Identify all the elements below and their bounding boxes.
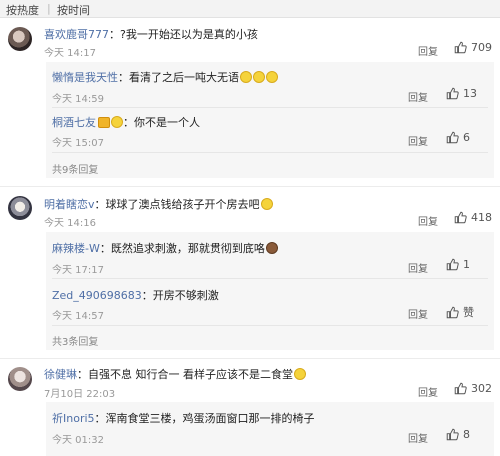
like-button[interactable]: 1 [446,258,470,271]
divider [0,358,500,359]
doge-emoji-icon [265,242,278,254]
divider [52,278,488,279]
reply-username[interactable]: 祈Inori5 [52,412,95,425]
reply-button[interactable]: 回复 [418,213,438,228]
comment-text: 徐健琳：自强不息 知行合一 看样子应该不是二食堂 [44,366,306,382]
thumbs-up-icon [454,41,467,54]
comment-time: 今天 14:16 [44,218,96,229]
like-button[interactable]: 709 [454,41,492,54]
reply-username[interactable]: 桐酒七友 [52,116,96,129]
avatar[interactable] [8,196,32,220]
reply-username[interactable]: 懒惰是我天性 [52,71,118,84]
like-button[interactable]: 6 [446,131,470,144]
sweat-smile-emoji-icon [253,71,265,83]
smirk-emoji-icon [260,198,273,210]
like-button[interactable]: 13 [446,87,477,100]
avatar[interactable] [8,27,32,51]
sort-separator: | [47,2,51,15]
sweat-smile-emoji-icon [240,71,252,83]
reply-time: 今天 14:57 [52,311,104,322]
comment-body: ：自强不息 知行合一 看样子应该不是二食堂 [77,368,293,381]
reply-username[interactable]: 麻辣楼-W [52,242,100,255]
like-count: 8 [463,428,470,441]
smile-emoji-icon [111,116,123,128]
thumbs-up-icon [454,211,467,224]
reply-text: 祈Inori5：浑南食堂三楼，鸡蛋汤面窗口那一排的椅子 [52,410,315,426]
reply-time: 今天 14:59 [52,94,104,105]
reply-body: ：开房不够刺激 [141,289,219,302]
more-replies-link[interactable]: 共9条回复 [52,161,98,176]
like-count: 1 [463,258,470,271]
avatar[interactable] [8,367,32,391]
divider [52,325,488,326]
like-count: 赞 [463,306,474,319]
comment-text: 明着瞎恋v：球球了澳点钱给孩子开个房去吧 [44,196,273,212]
thumbs-up-icon [454,382,467,395]
sort-bar: 按热度 | 按时间 [0,0,500,18]
divider [0,186,500,187]
reply-username[interactable]: Zed_490698683 [52,289,142,302]
comment-text: 喜欢鹿哥777：?我一开始还以为是真的小孩 [44,26,258,42]
reply-text: Zed_490698683：开房不够刺激 [52,287,219,303]
comment-time: 7月10日 22:03 [44,389,116,400]
like-count: 302 [471,382,492,395]
reply-time: 今天 01:32 [52,435,104,446]
divider [52,152,488,153]
thumbs-up-icon [446,428,459,441]
comment-username[interactable]: 徐健琳 [44,368,77,381]
like-count: 418 [471,211,492,224]
smile-emoji-icon [294,368,306,380]
reply-body: ：你不是一个人 [123,116,200,129]
like-button[interactable]: 赞 [446,304,474,320]
thumbs-up-icon [446,258,459,271]
replies-box: 麻辣楼-W：既然追求刺激，那就贯彻到底咯 今天 17:17 回复 1 Zed_4… [46,232,494,350]
reply-button[interactable]: 回复 [408,260,428,275]
reply-button[interactable]: 回复 [408,306,428,321]
reply-button[interactable]: 回复 [408,89,428,104]
member-badge-icon [98,117,110,128]
reply-button[interactable]: 回复 [418,43,438,58]
reply-button[interactable]: 回复 [408,430,428,445]
more-replies-link[interactable]: 共3条回复 [52,333,98,348]
thumbs-up-icon [446,131,459,144]
comment-time: 今天 14:17 [44,48,96,59]
replies-box: 祈Inori5：浑南食堂三楼，鸡蛋汤面窗口那一排的椅子 今天 01:32 回复 … [46,402,494,456]
comment-username[interactable]: 喜欢鹿哥777 [44,28,109,41]
sort-by-time-tab[interactable]: 按时间 [57,2,90,18]
comment-username[interactable]: 明着瞎恋v [44,198,95,211]
like-button[interactable]: 8 [446,428,470,441]
reply-body: ：既然追求刺激，那就贯彻到底咯 [99,242,265,255]
comment-body: ：?我一开始还以为是真的小孩 [109,28,258,41]
replies-box: 懒惰是我天性：看清了之后一吨大无语 今天 14:59 回复 13 桐酒七友 ：你不… [46,62,494,178]
reply-time: 今天 17:17 [52,265,104,276]
like-count: 13 [463,87,477,100]
reply-text: 桐酒七友 ：你不是一个人 [52,114,200,130]
reply-time: 今天 15:07 [52,138,104,149]
reply-body: ：浑南食堂三楼，鸡蛋汤面窗口那一排的椅子 [94,412,315,425]
thumbs-up-icon [446,306,459,319]
sort-by-hot-tab[interactable]: 按热度 [6,2,39,18]
reply-body: ：看清了之后一吨大无语 [118,71,239,84]
like-button[interactable]: 418 [454,211,492,224]
like-count: 6 [463,131,470,144]
reply-text: 麻辣楼-W：既然追求刺激，那就贯彻到底咯 [52,240,278,256]
thumbs-up-icon [446,87,459,100]
reply-button[interactable]: 回复 [418,384,438,399]
reply-button[interactable]: 回复 [408,133,428,148]
like-count: 709 [471,41,492,54]
reply-text: 懒惰是我天性：看清了之后一吨大无语 [52,69,278,85]
divider [52,107,488,108]
like-button[interactable]: 302 [454,382,492,395]
comment-body: ：球球了澳点钱给孩子开个房去吧 [94,198,260,211]
sweat-smile-emoji-icon [266,71,278,83]
